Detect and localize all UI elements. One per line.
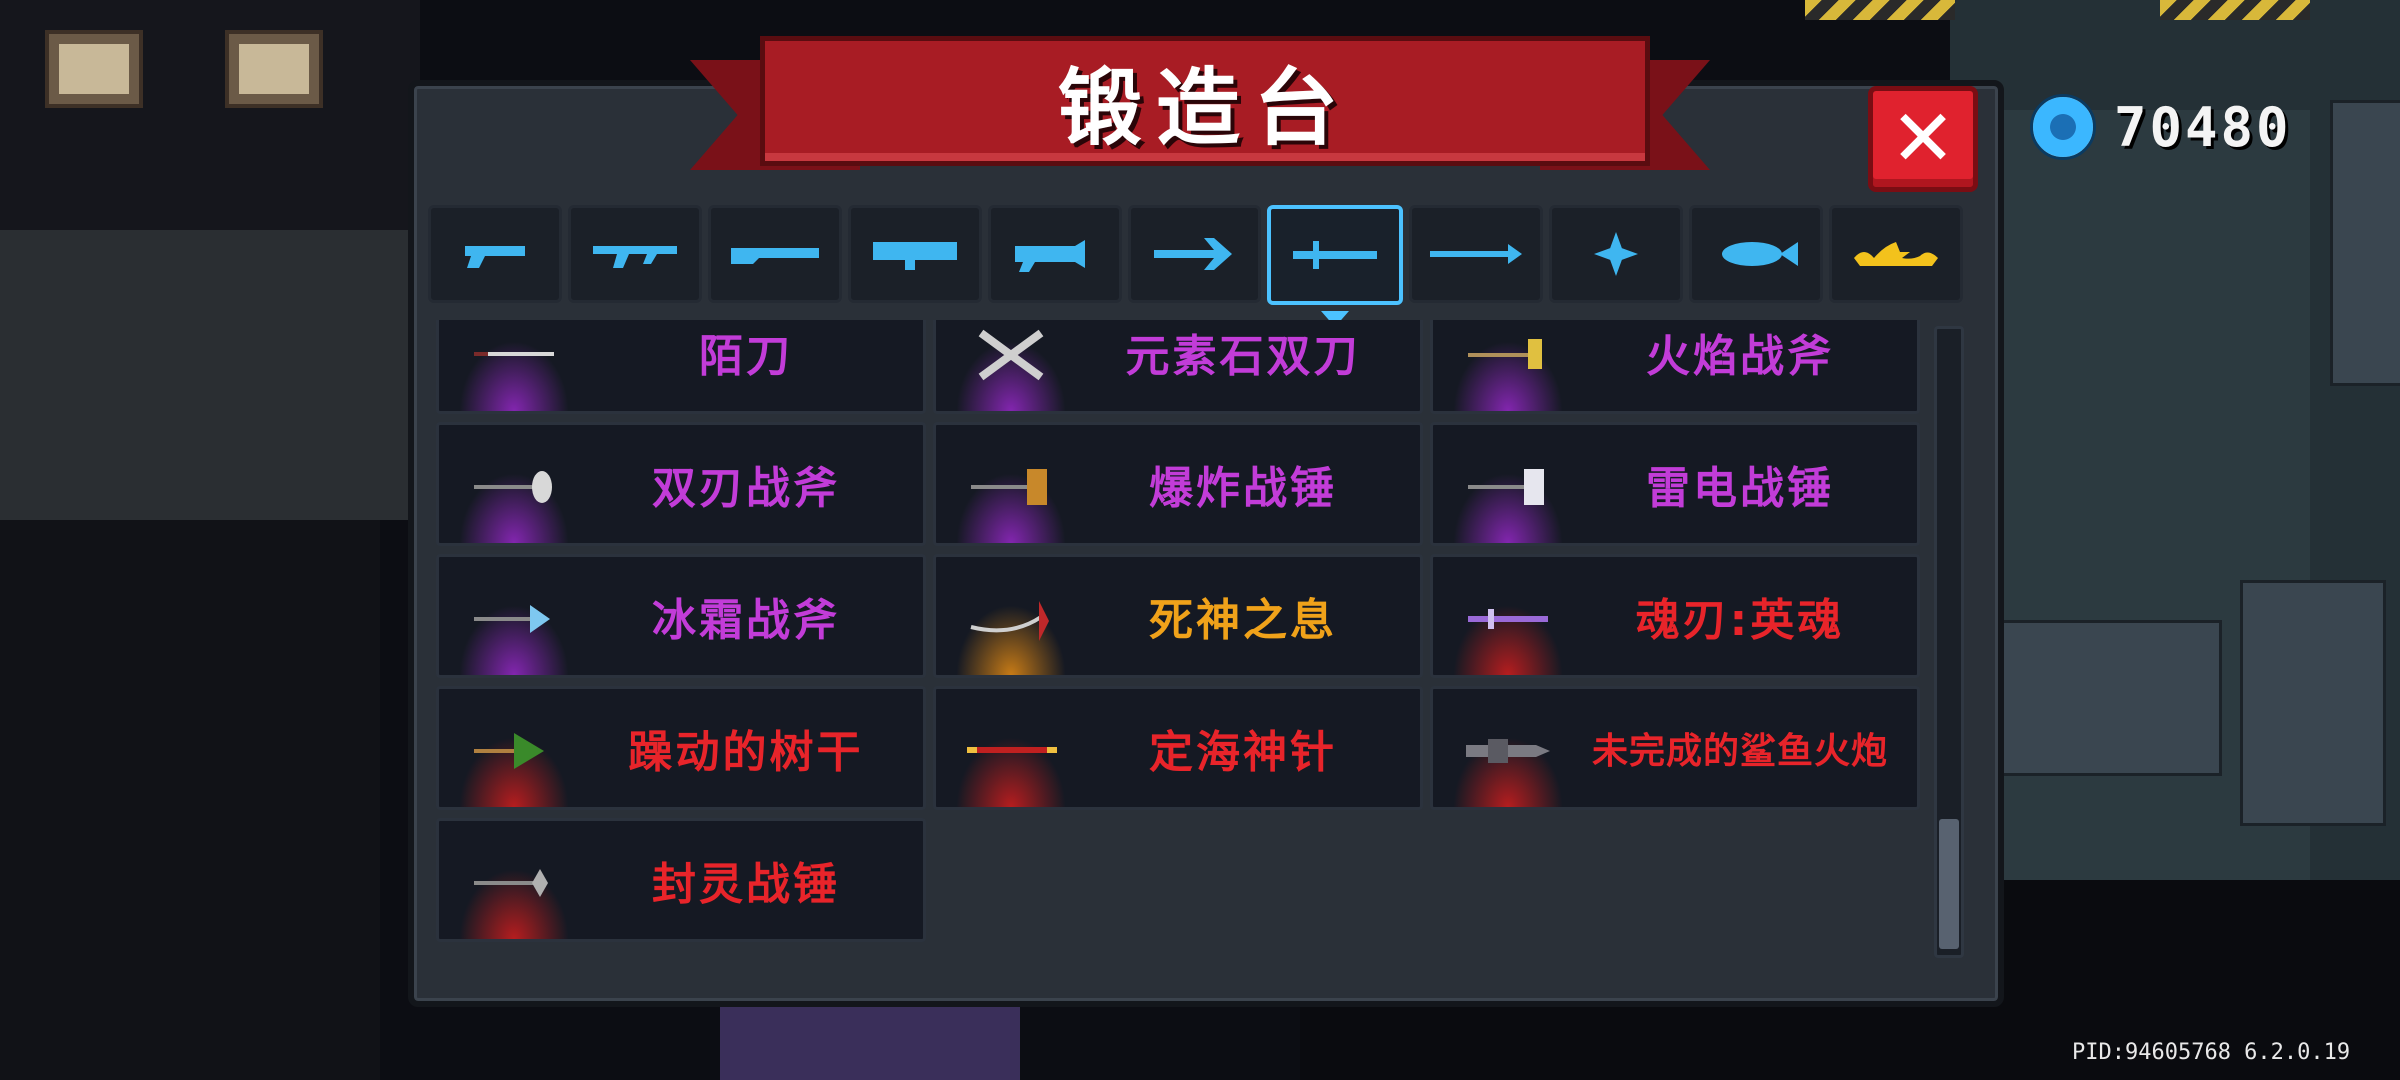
tab-special[interactable] [1829,205,1963,303]
page-title: 锻造台 [1057,58,1352,157]
spear-icon [1430,244,1523,264]
background-corridor [720,1000,1020,1080]
launcher-icon [872,242,957,270]
weapon-card[interactable]: 火焰战斧 [1430,320,1920,414]
category-tabs [428,205,1963,327]
weapon-name: 爆炸战锤 [1149,463,1337,514]
golden-staff-icon [967,747,1057,753]
weapon-card[interactable]: 封灵战锤 [436,818,926,942]
weapon-name: 冰霜战斧 [652,595,840,646]
weapon-card[interactable]: 未完成的鲨鱼火炮 [1430,686,1920,810]
close-icon: ✕ [1890,94,1956,184]
bow-icon [1154,238,1233,270]
flame-axe-icon [1468,339,1542,369]
weapon-name: 雷电战锤 [1646,463,1834,514]
tab-shotgun[interactable] [707,205,842,303]
tab-rifle[interactable] [567,205,702,303]
tab-laser[interactable] [987,205,1122,303]
weapon-name: 陌刀 [699,331,793,382]
weapon-name: 死神之息 [1149,595,1337,646]
tab-launcher[interactable] [847,205,982,303]
weapon-card[interactable]: 陌刀 [436,320,926,414]
weapon-name: 封灵战锤 [652,859,840,910]
weapon-card[interactable]: 爆炸战锤 [933,422,1423,546]
tab-bow[interactable] [1127,205,1262,303]
tree-trunk-icon [474,733,544,769]
weapon-card[interactable]: 元素石双刀 [933,320,1423,414]
scythe-icon [970,601,1049,641]
tab-spear[interactable] [1409,205,1544,303]
weapon-list: 陌刀 元素石双刀 火焰战斧双刃战斧 爆炸战锤 雷电战锤冰霜战斧 死神之息 魂刃:英魂躁动的树… [436,320,1926,955]
weapon-name: 魂刃:英魂 [1635,595,1845,646]
seal-hammer-icon [474,869,548,897]
thunder-hammer-icon [1468,469,1544,505]
certificate-frame [225,30,323,108]
player-id-label: PID:94605768 6.2.0.19 [2072,1040,2351,1065]
weapon-card[interactable]: 定海神针 [933,686,1423,810]
scrollbar[interactable] [1934,326,1964,958]
background-room [0,230,460,520]
currency-display: 70480 [2030,92,2292,162]
weapon-name: 双刃战斧 [652,463,840,514]
weapon-name: 定海神针 [1149,727,1337,778]
blade-icon [474,352,554,356]
weapon-grid: 陌刀 元素石双刀 火焰战斧双刃战斧 爆炸战锤 雷电战锤冰霜战斧 死神之息 魂刃:英魂躁动的树… [436,320,1926,942]
tab-pistol[interactable] [428,205,562,303]
gem-icon [2030,94,2096,160]
shark-cannon-icon [1466,739,1550,763]
machine [2330,100,2400,386]
tab-shuriken[interactable] [1549,205,1684,303]
soul-blade-icon [1468,609,1548,629]
weapon-name: 火焰战斧 [1646,331,1834,382]
scrollbar-thumb[interactable] [1939,819,1959,949]
fish-icon [1722,242,1799,266]
weapon-card[interactable]: 冰霜战斧 [436,554,926,678]
shuriken-icon [1594,232,1639,276]
double-axe-icon [474,471,552,503]
rifle-icon [592,246,677,268]
weapon-card[interactable]: 魂刃:英魂 [1430,554,1920,678]
weapon-name: 未完成的鲨鱼火炮 [1591,731,1888,772]
weapon-name: 躁动的树干 [628,727,864,778]
machine [2240,580,2386,826]
tab-sword[interactable] [1267,205,1404,327]
weapon-card[interactable]: 死神之息 [933,554,1423,678]
weapon-card[interactable]: 双刃战斧 [436,422,926,546]
certificate-frame [45,30,143,108]
explosive-hammer-icon [971,469,1047,505]
star-icon [1854,242,1939,266]
laser-icon [1014,240,1085,272]
title-plate: 锻造台 [760,36,1650,166]
weapon-name: 元素石双刀 [1125,331,1361,382]
hazard-stripe [1805,0,1955,20]
blueprint-table [1996,620,2222,776]
title-banner: 锻造台 [690,30,1710,180]
shotgun-icon [730,248,819,264]
weapon-card[interactable]: 雷电战锤 [1430,422,1920,546]
frost-axe-icon [474,605,550,633]
twin-blades-icon [978,329,1044,381]
weapon-card[interactable]: 躁动的树干 [436,686,926,810]
currency-value: 70480 [2114,95,2292,159]
tab-fish[interactable] [1689,205,1824,303]
background-floor [0,520,380,1080]
sword-icon [1293,241,1378,269]
close-button[interactable]: ✕ [1868,86,1978,192]
hazard-stripe [2160,0,2310,20]
pistol-icon [464,246,525,268]
